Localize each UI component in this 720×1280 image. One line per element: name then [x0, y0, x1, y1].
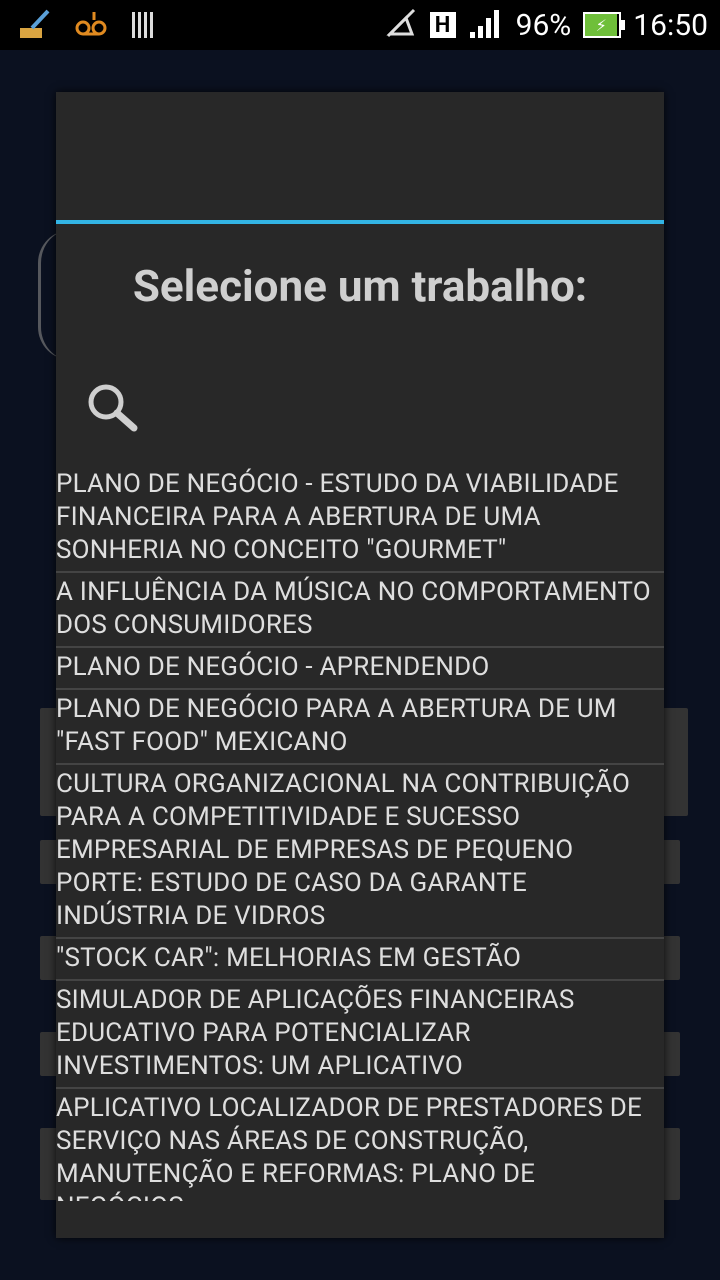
- search-icon[interactable]: [84, 380, 144, 440]
- status-bar: H 96% ⚡ 16:50: [0, 0, 720, 50]
- notification-icons: [18, 8, 158, 46]
- battery-charging-icon: ⚡: [583, 12, 626, 38]
- voicemail-icon: [74, 8, 108, 46]
- list-item[interactable]: PLANO DE NEGÓCIO - APRENDENDO: [56, 648, 664, 690]
- broom-icon: [18, 8, 52, 46]
- system-icons: H 96% ⚡ 16:50: [384, 0, 708, 50]
- list-item[interactable]: APLICATIVO LOCALIZADOR DE PRESTADORES DE…: [56, 1089, 664, 1201]
- list-item[interactable]: SIMULADOR DE APLICAÇÕES FINANCEIRAS EDUC…: [56, 981, 664, 1089]
- dialog-title: Selecione um trabalho:: [132, 260, 588, 312]
- list-item[interactable]: PLANO DE NEGÓCIO - ESTUDO DA VIABILIDADE…: [56, 465, 664, 573]
- dialog-divider: [56, 220, 664, 224]
- select-work-dialog: Selecione um trabalho: PLANO DE NEGÓCIO …: [56, 92, 664, 1238]
- list-item[interactable]: PLANO DE NEGÓCIO PARA A ABERTURA DE UM "…: [56, 690, 664, 765]
- dialog-header: [56, 92, 664, 220]
- list-item[interactable]: "STOCK CAR": MELHORIAS EM GESTÃO: [56, 939, 664, 981]
- battery-percent: 96%: [515, 7, 572, 43]
- barcode-icon: [130, 8, 158, 46]
- signal-icon: [468, 6, 504, 44]
- clock: 16:50: [633, 7, 708, 43]
- list-item[interactable]: CULTURA ORGANIZACIONAL NA CONTRIBUIÇÃO P…: [56, 765, 664, 939]
- h-network-icon: H: [429, 12, 456, 38]
- mute-icon: [384, 6, 418, 44]
- list-item[interactable]: A INFLUÊNCIA DA MÚSICA NO COMPORTAMENTO …: [56, 573, 664, 648]
- work-list[interactable]: PLANO DE NEGÓCIO - ESTUDO DA VIABILIDADE…: [56, 465, 664, 1201]
